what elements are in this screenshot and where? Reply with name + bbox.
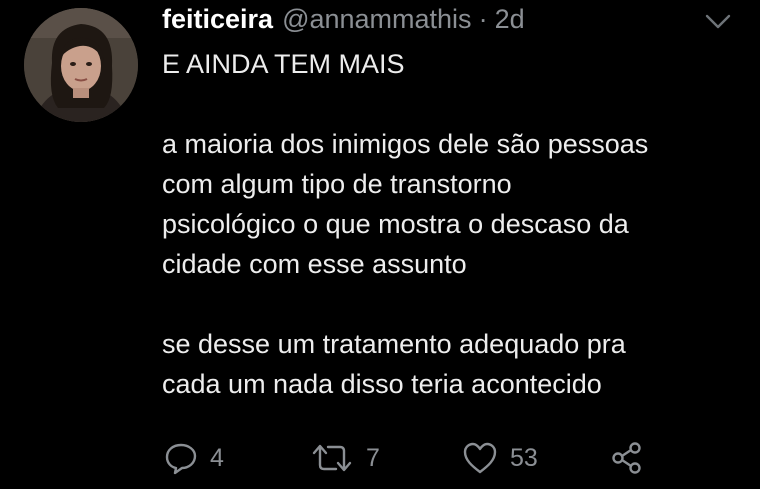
tweet-header: feiticeira @annammathis · 2d — [162, 4, 740, 40]
avatar[interactable] — [24, 8, 138, 122]
retweet-count: 7 — [366, 443, 380, 472]
retweet-icon — [312, 444, 352, 472]
separator-dot: · — [478, 4, 488, 34]
display-name[interactable]: feiticeira — [162, 4, 273, 35]
tweet-line: cada um nada disso teria acontecido — [162, 369, 602, 399]
user-handle[interactable]: @annammathis — [282, 4, 472, 35]
retweet-button[interactable]: 7 — [310, 438, 380, 478]
tweet-line: psicológico o que mostra o descaso da — [162, 209, 629, 239]
tweet-timestamp[interactable]: 2d — [495, 4, 525, 35]
share-icon — [612, 442, 641, 474]
tweet-line: cidade com esse assunto — [162, 249, 467, 279]
like-button[interactable]: 53 — [462, 438, 538, 478]
tweet-line: E AINDA TEM MAIS — [162, 49, 405, 79]
tweet-text: E AINDA TEM MAIS a maioria dos inimigos … — [162, 44, 747, 404]
share-button[interactable] — [610, 438, 644, 478]
reply-icon — [165, 443, 197, 475]
tweet-actions: 4 7 53 — [160, 438, 680, 478]
tweet-line: se desse um tratamento adequado pra — [162, 329, 626, 359]
reply-count: 4 — [210, 443, 224, 472]
tweet-line: a maioria dos inimigos dele são pessoas — [162, 129, 649, 159]
avatar-image — [24, 8, 138, 122]
chevron-down-icon[interactable] — [704, 10, 732, 32]
heart-icon — [463, 442, 497, 474]
tweet-line: com algum tipo de transtorno — [162, 169, 512, 199]
like-count: 53 — [510, 443, 538, 472]
reply-button[interactable]: 4 — [164, 438, 224, 478]
